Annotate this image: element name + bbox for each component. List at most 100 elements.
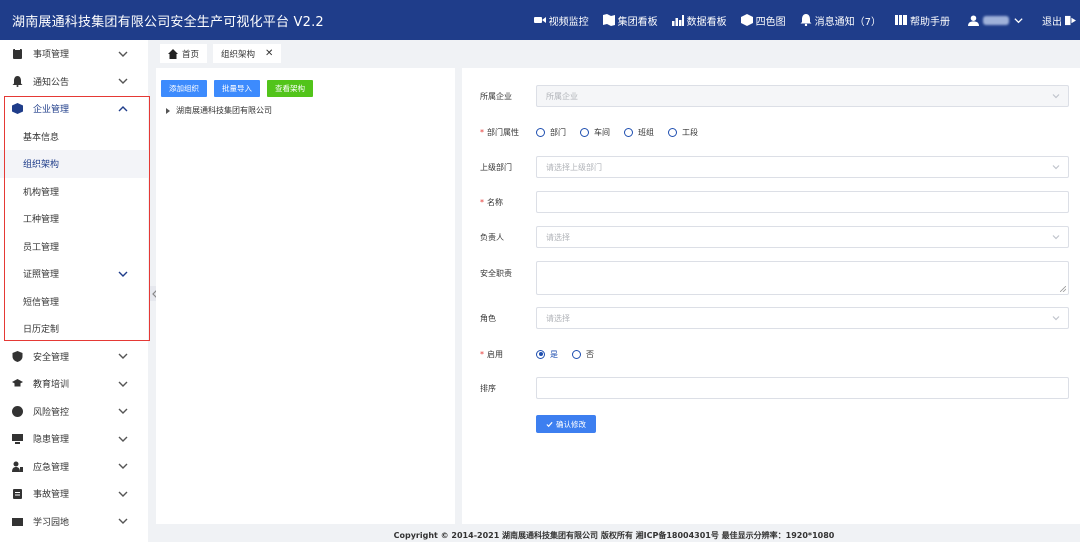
radio-workshop[interactable]: 车间 — [580, 127, 610, 138]
confirm-modify-button[interactable]: 确认修改 — [536, 415, 596, 433]
row-leader: 负责人 请选择 — [462, 226, 1080, 248]
chevron-down-icon — [1052, 94, 1060, 99]
chevron-down-icon — [118, 491, 128, 497]
chevron-down-icon — [118, 353, 128, 360]
bell-icon — [800, 14, 812, 26]
row-dept-attr: * 部门属性 部门 车间 班组 工段 — [462, 124, 1080, 140]
sidebar-sub-job-type[interactable]: 工种管理 — [0, 205, 148, 233]
nav-data-board[interactable]: 数据看板 — [671, 13, 727, 28]
sidebar-sub-org-structure[interactable]: 组织架构 — [0, 150, 148, 178]
row-parent-dept: 上级部门 请选择上级部门 — [462, 156, 1080, 178]
chevron-down-icon — [118, 381, 128, 387]
chevron-down-icon — [1052, 165, 1060, 170]
header-nav: 视频监控 集团看板 数据看板 四色图 消息通知（7） 帮助手册 退出 — [520, 0, 1080, 40]
org-tree-panel: 添加组织 批量导入 查看架构 湖南展通科技集团有限公司 — [156, 68, 455, 524]
chart-icon — [671, 15, 684, 26]
row-role: 角色 请选择 — [462, 307, 1080, 329]
footer-copyright: Copyright © 2014-2021 湖南展通科技集团有限公司 版权所有 … — [393, 531, 835, 540]
row-sort: 排序 — [462, 377, 1080, 399]
chevron-up-icon — [118, 105, 128, 112]
video-icon — [533, 17, 546, 23]
enabled-radio-group: 是 否 — [536, 349, 608, 360]
chevron-down-icon — [118, 271, 128, 277]
sidebar-sub-calendar[interactable]: 日历定制 — [0, 315, 148, 343]
sidebar-item-risk[interactable]: 风险管控 — [0, 398, 148, 426]
radio-team[interactable]: 班组 — [624, 127, 654, 138]
sidebar-item-notices[interactable]: 通知公告 — [0, 68, 148, 96]
study-icon — [12, 517, 23, 526]
nav-help-manual[interactable]: 帮助手册 — [895, 13, 950, 28]
radio-section[interactable]: 工段 — [668, 127, 698, 138]
chevron-down-icon — [1052, 316, 1060, 321]
row-confirm: 确认修改 — [462, 415, 1080, 433]
org-form-panel: 所属企业 所属企业 * 部门属性 部门 车间 班组 工段 上级部门 请选择上级部门… — [462, 68, 1080, 524]
safety-duty-textarea[interactable] — [536, 261, 1069, 295]
row-enterprise: 所属企业 所属企业 — [462, 85, 1080, 107]
leader-select[interactable]: 请选择 — [536, 226, 1069, 248]
chevron-down-icon — [1014, 17, 1023, 23]
book-icon — [895, 15, 907, 25]
accident-icon — [13, 489, 22, 500]
sidebar-item-accident[interactable]: 事故管理 — [0, 480, 148, 508]
sidebar-item-enterprise[interactable]: 企业管理 — [0, 95, 148, 123]
app-title: 湖南展通科技集团有限公司安全生产可视化平台 V2.2 — [12, 14, 324, 30]
user-icon — [968, 14, 979, 26]
radio-enabled-yes[interactable]: 是 — [536, 349, 558, 360]
sidebar-sub-sms[interactable]: 短信管理 — [0, 288, 148, 316]
dept-attr-radio-group: 部门 车间 班组 工段 — [536, 127, 712, 138]
row-name: * 名称 — [462, 191, 1080, 213]
sidebar-item-safety[interactable]: 安全管理 — [0, 343, 148, 371]
hazard-icon — [12, 434, 23, 445]
radio-dept[interactable]: 部门 — [536, 127, 566, 138]
nav-group-board[interactable]: 集团看板 — [602, 13, 658, 28]
sidebar-sub-employee[interactable]: 员工管理 — [0, 233, 148, 261]
batch-import-button[interactable]: 批量导入 — [214, 80, 260, 97]
nav-video-monitor[interactable]: 视频监控 — [533, 13, 589, 28]
tree-node-root[interactable]: 湖南展通科技集团有限公司 — [156, 97, 455, 116]
chevron-down-icon — [118, 518, 128, 525]
close-icon[interactable]: ✕ — [265, 48, 273, 59]
building-icon — [12, 103, 23, 115]
nav-four-color-map[interactable]: 四色图 — [740, 13, 786, 28]
parent-dept-select[interactable]: 请选择上级部门 — [536, 156, 1069, 178]
row-enabled: * 启用 是 否 — [462, 346, 1080, 362]
nav-notifications[interactable]: 消息通知（7） — [800, 13, 881, 28]
resize-grip-icon[interactable] — [1060, 286, 1066, 292]
tab-org-structure[interactable]: 组织架构 ✕ — [213, 44, 282, 63]
tab-home[interactable]: 首页 — [160, 44, 208, 63]
sidebar-sub-basic-info[interactable]: 基本信息 — [0, 123, 148, 151]
radio-enabled-no[interactable]: 否 — [572, 349, 594, 360]
name-input[interactable] — [536, 191, 1069, 213]
shield-icon — [12, 350, 23, 362]
sidebar-sub-institution[interactable]: 机构管理 — [0, 178, 148, 206]
sidebar-item-hazard[interactable]: 隐患管理 — [0, 425, 148, 453]
sidebar-item-study[interactable]: 学习园地 — [0, 508, 148, 536]
chevron-down-icon — [118, 436, 128, 442]
clipboard-icon — [13, 48, 22, 60]
top-header: 湖南展通科技集团有限公司安全生产可视化平台 V2.2 视频监控 集团看板 数据看… — [0, 0, 1080, 40]
sort-input[interactable] — [536, 377, 1069, 399]
bell-icon — [12, 75, 23, 87]
tree-toolbar: 添加组织 批量导入 查看架构 — [156, 68, 455, 97]
sidebar-item-training[interactable]: 教育培训 — [0, 370, 148, 398]
view-structure-button[interactable]: 查看架构 — [267, 80, 313, 97]
chevron-down-icon — [1052, 235, 1060, 240]
home-icon — [168, 48, 178, 59]
tab-bar: 首页 组织架构 ✕ — [148, 40, 1080, 63]
sidebar-item-emergency[interactable]: 应急管理 — [0, 453, 148, 481]
add-org-button[interactable]: 添加组织 — [161, 80, 207, 97]
role-select[interactable]: 请选择 — [536, 307, 1069, 329]
chevron-down-icon — [118, 51, 128, 57]
caret-right-icon[interactable] — [166, 107, 170, 114]
avatar — [983, 15, 1009, 25]
user-menu[interactable] — [968, 14, 1024, 26]
risk-icon — [12, 405, 23, 417]
sidebar-sub-license[interactable]: 证照管理 — [0, 260, 148, 288]
logout-icon — [1065, 15, 1076, 25]
check-icon — [546, 421, 553, 427]
map-icon — [602, 14, 615, 26]
chevron-down-icon — [118, 78, 128, 85]
row-safety-duty: 安全职责 — [462, 261, 1080, 295]
logout-button[interactable]: 退出 — [1042, 13, 1076, 28]
sidebar-item-matters[interactable]: 事项管理 — [0, 40, 148, 68]
